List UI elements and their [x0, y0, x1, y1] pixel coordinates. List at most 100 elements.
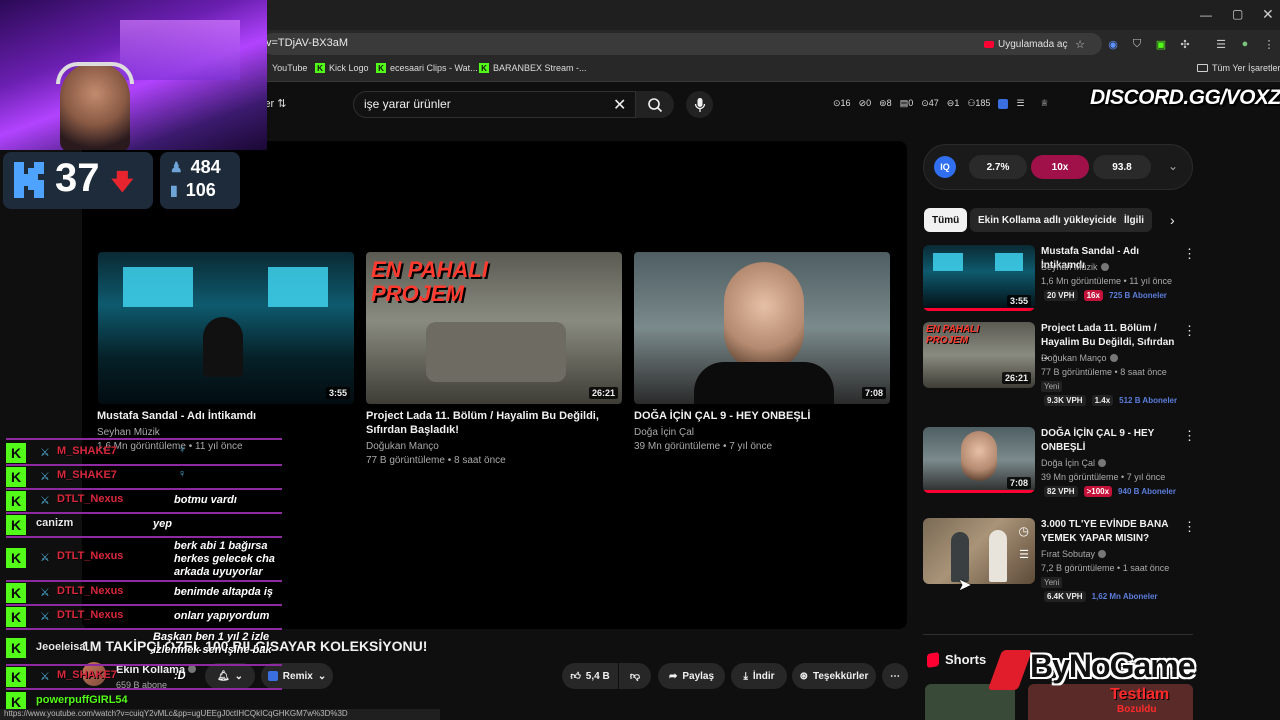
media-controls-icon[interactable]: ☰ [1214, 37, 1228, 51]
maximize-icon[interactable]: ▢ [1232, 7, 1243, 21]
figure-icon: ♀ [178, 444, 187, 456]
sword-badge-icon: ⚔ [40, 587, 50, 599]
chat-divider [6, 488, 282, 490]
chevron-right-icon[interactable]: › [1170, 212, 1175, 228]
thanks-button[interactable]: ⊛ Teşekkürler [792, 663, 876, 689]
related-title[interactable]: DOĞA İÇİN ÇAL 9 - HEY ONBEŞLİ [1041, 427, 1176, 455]
related-channel[interactable]: Seyhan Müzik [1041, 262, 1109, 272]
chat-divider [6, 438, 282, 440]
duration-badge: 26:21 [588, 387, 618, 399]
chat-username: DTLT_Nexus [57, 609, 124, 621]
trophy-icon[interactable]: ♕ [1041, 98, 1049, 109]
related-thumbnail[interactable]: ◷ ☰ [923, 518, 1035, 584]
more-actions-button[interactable]: ⋯ [882, 663, 908, 689]
related-thumbnail[interactable]: EN PAHALI PROJEM 26:21 [923, 322, 1035, 388]
related-channel[interactable]: Doğa İçin Çal [1041, 458, 1107, 468]
bookmark-label: YouTube [272, 63, 308, 73]
new-badge: Yeni [1041, 381, 1063, 392]
add-to-queue-icon[interactable]: ☰ [1019, 548, 1029, 561]
puzzle-icon[interactable]: ✣ [1178, 37, 1192, 51]
thumbs-up-icon: 👍︎ [570, 671, 581, 682]
iq-extension-icon[interactable] [998, 98, 1009, 109]
endcard-thumbnail[interactable]: 7:08 [634, 252, 890, 404]
more-icon: ⋯ [890, 670, 900, 682]
related-channel[interactable]: Doğukan Manço [1041, 353, 1118, 363]
kick-extension-icon[interactable]: ▣ [1154, 37, 1168, 51]
kebab-menu-icon[interactable]: ⋮ [1183, 246, 1196, 262]
figure-icon: ♀ [178, 468, 187, 480]
shield-icon[interactable]: ⛉ [1130, 37, 1144, 51]
search-button[interactable] [636, 91, 674, 118]
watch-later-icon[interactable]: ◷ [1019, 524, 1029, 538]
stage-screen [268, 267, 328, 307]
voice-search-button[interactable] [686, 91, 713, 118]
duration-badge: 3:55 [325, 387, 350, 399]
dislike-button[interactable]: 👎︎ [619, 663, 651, 689]
search-query[interactable]: işe yarar ürünler [364, 97, 451, 111]
sponsor-logo-mark [987, 650, 1033, 690]
endcard-title[interactable]: DOĞA İÇİN ÇAL 9 - HEY ONBEŞLİ [634, 409, 884, 423]
chat-username: powerpuffGIRL54 [36, 694, 128, 706]
sponsor-subtext-2: Bozuldu [1117, 704, 1157, 715]
menu-dots-icon[interactable]: ⋮ [1262, 37, 1276, 51]
clear-search-icon[interactable]: ✕ [613, 95, 626, 115]
multiplier-badge: 16x [1083, 290, 1103, 301]
extension-stats-bar: ⊙16 ⊘0 ⊚8 ▤0 ⊙47 ⊖1 ⚇185 ☰ ♕ [833, 98, 1049, 109]
kick-badge-icon: K [6, 443, 26, 463]
bookmark-star-icon[interactable]: ☆ [1073, 37, 1087, 51]
chevron-down-icon[interactable]: ⌄ [1168, 159, 1178, 173]
bookmark-kick-logo[interactable]: K Kick Logo [315, 63, 369, 73]
endcard-info[interactable]: Project Lada 11. Bölüm / Hayalim Bu Deği… [366, 409, 616, 468]
vph-badge: 6.4K VPH [1044, 591, 1086, 602]
close-icon[interactable]: ✕ [1262, 6, 1274, 23]
chip-related[interactable]: İlgili [1116, 208, 1152, 232]
endcard-title[interactable]: Mustafa Sandal - Adı İntikamdı [97, 409, 347, 423]
kebab-menu-icon[interactable]: ⋮ [1183, 323, 1196, 339]
endcard-thumbnail[interactable]: EN PAHALI PROJEM 26:21 [366, 252, 622, 404]
endcard-channel: Doğa İçin Çal [634, 427, 695, 438]
endcard-info[interactable]: DOĞA İÇİN ÇAL 9 - HEY ONBEŞLİ Doğa İçin … [634, 409, 884, 454]
endcard-thumbnail[interactable]: 3:55 [98, 252, 354, 404]
chip-uploader[interactable]: Ekin Kollama adlı yükleyiciden [970, 208, 1132, 232]
chat-username: DTLT_Nexus [57, 585, 124, 597]
list-icon[interactable]: ☰ [1016, 98, 1024, 109]
share-label: Paylaş [682, 670, 715, 682]
bookmark-baranbex[interactable]: K BARANBEX Stream -... [479, 63, 587, 73]
kebab-menu-icon[interactable]: ⋮ [1183, 428, 1196, 444]
endcard-title[interactable]: Project Lada 11. Bölüm / Hayalim Bu Deği… [366, 409, 616, 437]
all-bookmarks[interactable]: Tüm Yer İşaretleri [1197, 63, 1280, 73]
related-meta: 7,2 B görüntüleme • 1 saat önce [1041, 563, 1170, 573]
chat-divider [6, 688, 282, 690]
related-thumbnail[interactable]: 7:08 [923, 427, 1035, 493]
related-title[interactable]: 3.000 TL'YE EVİNDE BANA YEMEK YAPAR MISI… [1041, 518, 1176, 546]
download-button[interactable]: ⤓ İndir [731, 663, 787, 689]
minimize-icon[interactable]: — [1200, 8, 1212, 22]
chat-message: berk abi 1 bağırsa herkes gelecek cha ar… [174, 540, 275, 578]
share-button[interactable]: ➦ Paylaş [658, 663, 725, 689]
kick-badge-icon: K [6, 491, 26, 511]
kebab-menu-icon[interactable]: ⋮ [1183, 519, 1196, 535]
like-button[interactable]: 👍︎ 5,4 B [562, 663, 618, 689]
stat-score: 93.8 [1093, 155, 1151, 179]
chip-all[interactable]: Tümü [924, 208, 968, 232]
download-label: İndir [752, 670, 775, 682]
subs-badge: 1,62 Mn Aboneler [1091, 592, 1158, 601]
profile-icon[interactable]: ● [1238, 37, 1252, 51]
folder-icon [1197, 64, 1208, 72]
address-bar[interactable] [262, 33, 1102, 55]
bookmark-ecesaari[interactable]: K ecesaari Clips - Wat... [376, 63, 478, 73]
endcard-channel: Doğukan Manço [366, 441, 439, 452]
related-channel[interactable]: Fırat Sobutay [1041, 549, 1107, 559]
related-meta: 1,6 Mn görüntüleme • 11 yıl önce [1041, 276, 1173, 286]
address-url[interactable]: v=TDjAV-BX3aM [266, 37, 348, 49]
stat-item: ⊖1 [946, 98, 960, 108]
verified-icon [1100, 263, 1109, 271]
chat-username: DTLT_Nexus [57, 550, 124, 562]
monitor-glow [120, 20, 240, 80]
extension-icon[interactable]: ◉ [1106, 37, 1120, 51]
vph-badge: 20 VPH [1044, 290, 1078, 301]
related-thumbnail[interactable]: 3:55 [923, 245, 1035, 311]
subs-badge: 512 B Aboneler [1119, 396, 1178, 405]
bookmark-youtube[interactable]: YouTube [272, 63, 307, 73]
open-in-app-button[interactable]: Uygulamada aç [980, 36, 1071, 53]
